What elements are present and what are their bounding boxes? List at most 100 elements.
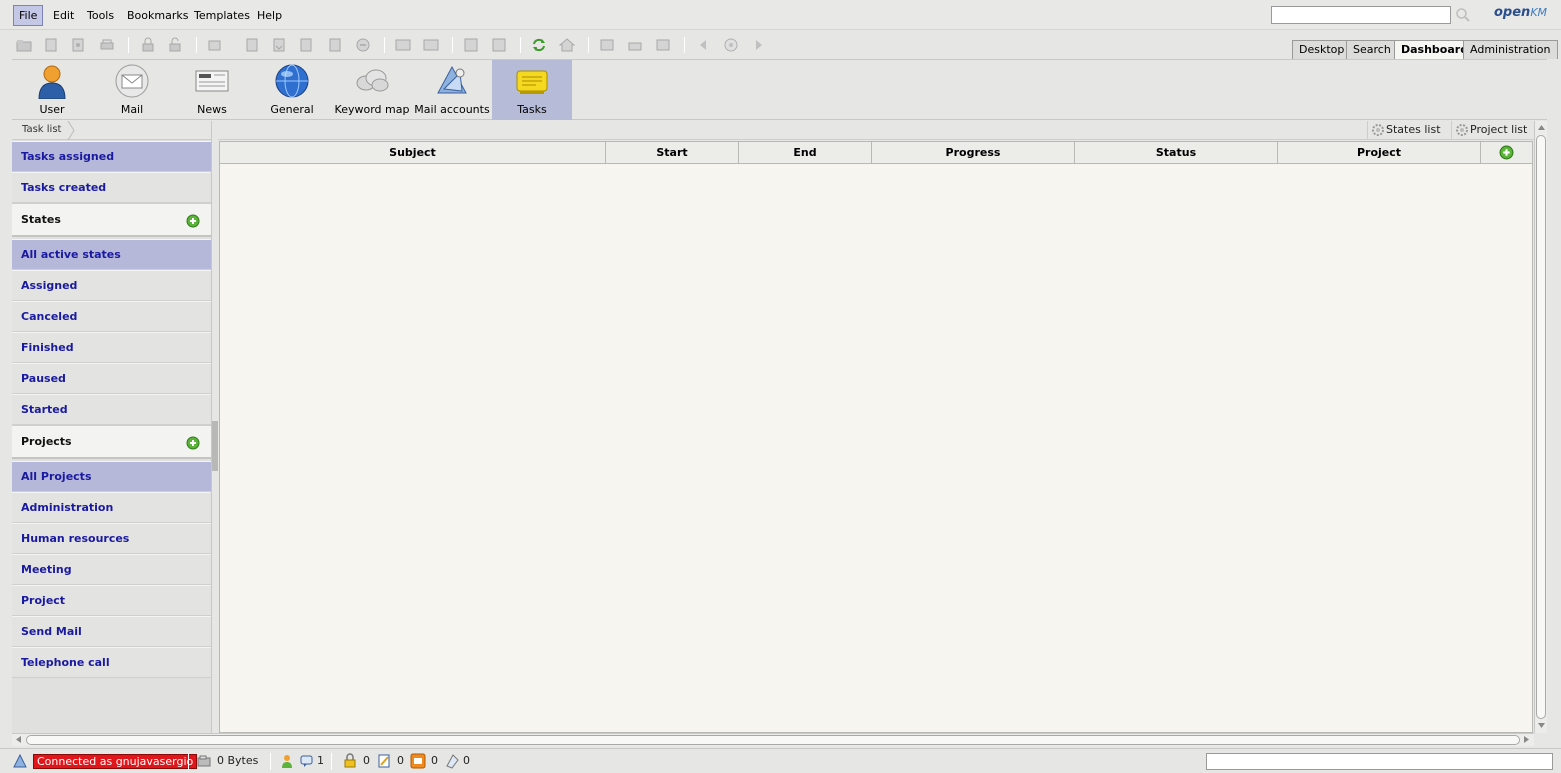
tab-search[interactable]: Search <box>1346 40 1398 59</box>
chat-icon[interactable] <box>299 753 315 769</box>
print-icon[interactable] <box>99 37 115 53</box>
add-state-icon[interactable] <box>186 214 200 228</box>
checkin-icon[interactable] <box>271 37 287 53</box>
column-project[interactable]: Project <box>1278 142 1481 164</box>
tab-administration[interactable]: Administration <box>1463 40 1558 59</box>
nav-project-telephone-call[interactable]: Telephone call <box>12 647 211 678</box>
dashboard-keyword-map-button[interactable]: Keyword map <box>332 60 412 120</box>
nav-project-meeting[interactable]: Meeting <box>12 554 211 585</box>
dashboard-tasks-label: Tasks <box>517 103 547 116</box>
menu-edit[interactable]: Edit <box>47 5 80 26</box>
add-subscription-icon[interactable] <box>491 37 507 53</box>
toolbar-separator <box>520 37 521 53</box>
back-icon[interactable] <box>695 37 711 53</box>
checkout-count: 0 <box>397 754 404 767</box>
add-document-icon[interactable] <box>207 37 223 53</box>
menu-bookmarks[interactable]: Bookmarks <box>121 5 194 26</box>
menu-templates[interactable]: Templates <box>188 5 256 26</box>
create-folder-icon[interactable] <box>16 37 32 53</box>
dashboard-general-button[interactable]: General <box>252 60 332 120</box>
locked-documents-icon[interactable] <box>342 753 358 769</box>
scroll-down-icon[interactable] <box>1537 721 1546 730</box>
project-list-label: Project list <box>1470 123 1528 136</box>
tasks-icon <box>516 70 548 94</box>
refresh-icon[interactable] <box>531 37 547 53</box>
dashboard-news-button[interactable]: News <box>172 60 252 120</box>
toolbar-separator <box>128 37 129 53</box>
column-progress[interactable]: Progress <box>872 142 1075 164</box>
search-input[interactable] <box>1271 6 1451 24</box>
scroll-left-icon[interactable] <box>14 735 23 744</box>
logo-suffix: KM <box>1530 6 1548 19</box>
used-space: 0 Bytes <box>217 754 259 767</box>
nav-tasks-created[interactable]: Tasks created <box>12 172 211 203</box>
states-header-label: States <box>21 213 61 226</box>
cloud-icon <box>356 69 389 92</box>
scanner-icon[interactable] <box>599 37 615 53</box>
search-icon[interactable] <box>1455 7 1471 23</box>
scroll-right-icon[interactable] <box>1522 735 1531 744</box>
forward-icon[interactable] <box>751 37 767 53</box>
globe-icon <box>275 64 309 98</box>
find-document-icon[interactable] <box>70 37 86 53</box>
table-header: Subject Start End Progress Status Projec… <box>220 142 1532 164</box>
menu-help[interactable]: Help <box>251 5 288 26</box>
menu-file[interactable]: File <box>13 5 44 26</box>
nav-state-canceled[interactable]: Canceled <box>12 301 211 332</box>
nav-state-all-active[interactable]: All active states <box>12 239 211 270</box>
unlock-icon[interactable] <box>167 37 183 53</box>
start-workflow-icon[interactable] <box>463 37 479 53</box>
delete-icon[interactable] <box>355 37 371 53</box>
user-status-icon[interactable] <box>279 753 295 769</box>
dashboard-mail-accounts-button[interactable]: Mail accounts <box>412 60 492 120</box>
dashboard-mail-button[interactable]: Mail <box>92 60 172 120</box>
horizontal-scrollbar[interactable] <box>12 733 1534 746</box>
projects-header: Projects <box>12 425 211 459</box>
states-list-label: States list <box>1386 123 1441 136</box>
vertical-scroll-thumb[interactable] <box>1536 135 1546 719</box>
column-start[interactable]: Start <box>606 142 739 164</box>
column-end[interactable]: End <box>739 142 872 164</box>
history-icon[interactable] <box>723 37 739 53</box>
cancel-checkout-icon[interactable] <box>298 37 314 53</box>
status-input[interactable] <box>1206 753 1553 770</box>
nav-project-all[interactable]: All Projects <box>12 461 211 492</box>
home-icon[interactable] <box>559 37 575 53</box>
splitter-handle[interactable] <box>212 421 218 471</box>
subscription-icon[interactable] <box>444 753 460 769</box>
dashboard-tasks-button[interactable]: Tasks <box>492 60 572 120</box>
vertical-scrollbar[interactable] <box>1534 121 1547 733</box>
nav-state-finished[interactable]: Finished <box>12 332 211 363</box>
scroll-up-icon[interactable] <box>1537 123 1546 132</box>
project-list-button[interactable]: Project list <box>1451 121 1534 140</box>
add-task-icon[interactable] <box>1499 145 1514 160</box>
remove-property-group-icon[interactable] <box>423 37 439 53</box>
lock-icon[interactable] <box>140 37 156 53</box>
nav-tasks-assigned[interactable]: Tasks assigned <box>12 141 211 172</box>
add-project-icon[interactable] <box>186 436 200 450</box>
nav-project-human-resources[interactable]: Human resources <box>12 523 211 554</box>
nav-state-paused[interactable]: Paused <box>12 363 211 394</box>
nav-project-send-mail[interactable]: Send Mail <box>12 616 211 647</box>
uploader-icon[interactable] <box>627 37 643 53</box>
find-folder-icon[interactable] <box>43 37 59 53</box>
nav-state-assigned[interactable]: Assigned <box>12 270 211 301</box>
column-status[interactable]: Status <box>1075 142 1278 164</box>
checkout-icon[interactable] <box>244 37 260 53</box>
dashboard-user-button[interactable]: User <box>12 60 92 120</box>
connection-status: Connected as gnujavasergio <box>33 754 198 769</box>
nav-project-project[interactable]: Project <box>12 585 211 616</box>
nav-state-started[interactable]: Started <box>12 394 211 425</box>
menu-tools[interactable]: Tools <box>81 5 120 26</box>
tab-desktop[interactable]: Desktop <box>1292 40 1352 59</box>
split-icon[interactable] <box>655 37 671 53</box>
dashboard-keyword-map-label: Keyword map <box>334 103 410 116</box>
states-list-button[interactable]: States list <box>1367 121 1449 140</box>
rename-icon[interactable] <box>327 37 343 53</box>
column-subject[interactable]: Subject <box>220 142 606 164</box>
horizontal-scroll-thumb[interactable] <box>26 735 1520 745</box>
mail-status-icon[interactable] <box>410 753 426 769</box>
nav-project-administration[interactable]: Administration <box>12 492 211 523</box>
add-property-group-icon[interactable] <box>395 37 411 53</box>
checkout-documents-icon[interactable] <box>376 753 392 769</box>
